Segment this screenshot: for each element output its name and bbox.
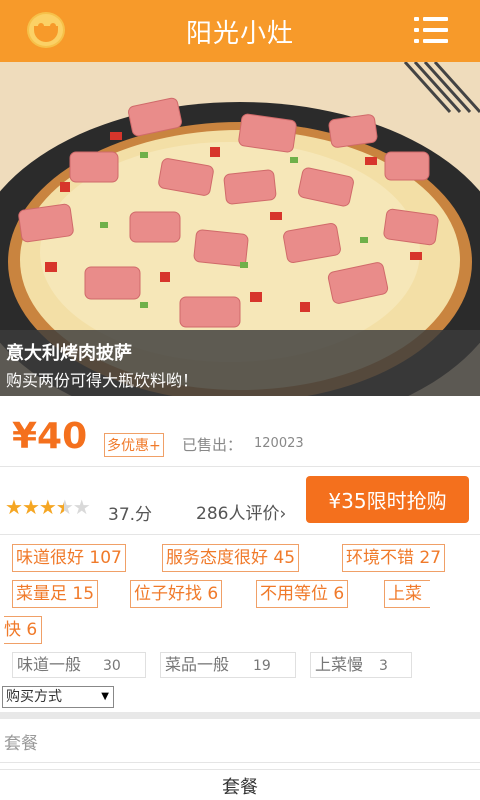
purchase-method-select[interactable]: 购买方式 ▼ [2, 686, 114, 708]
more-discounts-link[interactable]: 多优惠+ [104, 433, 164, 457]
neutral-review-tag[interactable]: 味道一般 30 [12, 652, 146, 678]
tag-count: 3 [379, 658, 388, 674]
divider [0, 534, 480, 535]
star-icon: ★ [38, 495, 57, 519]
sold-count: 120023 [254, 436, 304, 451]
empty-star-icon: ★ [72, 495, 91, 519]
review-tag[interactable]: 菜量足 15 [12, 580, 99, 608]
tag-label: 菜品一般 [165, 655, 230, 674]
half-star-icon: ★ [56, 496, 74, 518]
neutral-review-tag[interactable]: 上菜慢 3 [310, 652, 412, 678]
tag-label: 味道一般 [17, 655, 82, 674]
review-tag-continued[interactable]: 快 6 [4, 616, 43, 644]
rating-score: 37.分 [108, 505, 153, 525]
dropdown-arrow-icon: ▼ [101, 691, 109, 702]
review-tag[interactable]: 位子好找 6 [130, 580, 223, 608]
product-name: 意大利烤肉披萨 [6, 343, 132, 364]
neutral-review-tag[interactable]: 菜品一般 19 [160, 652, 296, 678]
star-icon: ★ [5, 495, 23, 519]
review-tag[interactable]: 服务态度很好 45 [162, 544, 300, 572]
hero-caption: 意大利烤肉披萨 购买两份可得大瓶饮料哟！ [0, 330, 480, 396]
flash-buy-button[interactable]: ¥35限时抢购 [306, 476, 469, 523]
rating-stars: ★★★★ ★ [5, 495, 91, 519]
app-header: 阳光小灶 [0, 0, 480, 62]
star-icon: ★ [21, 495, 40, 519]
review-tag[interactable]: 不用等位 6 [256, 580, 349, 608]
package-button[interactable]: 套餐 [0, 769, 480, 800]
sold-label: 已售出： [182, 436, 243, 454]
page-title: 阳光小灶 [185, 19, 294, 49]
reviews-link[interactable]: 286人评价› [196, 499, 286, 524]
tag-count: 19 [253, 658, 271, 674]
section-separator [0, 712, 480, 719]
menu-icon[interactable] [414, 17, 448, 45]
package-option-label: 套餐 [4, 734, 38, 754]
review-tag[interactable]: 环境不错 27 [342, 544, 446, 572]
tag-count: 30 [103, 658, 121, 674]
tag-label: 上菜慢 [315, 655, 364, 674]
hero-banner[interactable]: 意大利烤肉披萨 购买两份可得大瓶饮料哟！ [0, 62, 480, 396]
product-price: ¥40 [12, 416, 88, 457]
select-value: 购买方式 [6, 689, 62, 705]
review-tag[interactable]: 上菜 [384, 580, 430, 608]
divider [0, 466, 480, 467]
package-option-row[interactable]: 套餐 [0, 719, 480, 763]
promo-text: 购买两份可得大瓶饮料哟！ [6, 371, 199, 390]
review-tag[interactable]: 味道很好 107 [12, 544, 126, 572]
